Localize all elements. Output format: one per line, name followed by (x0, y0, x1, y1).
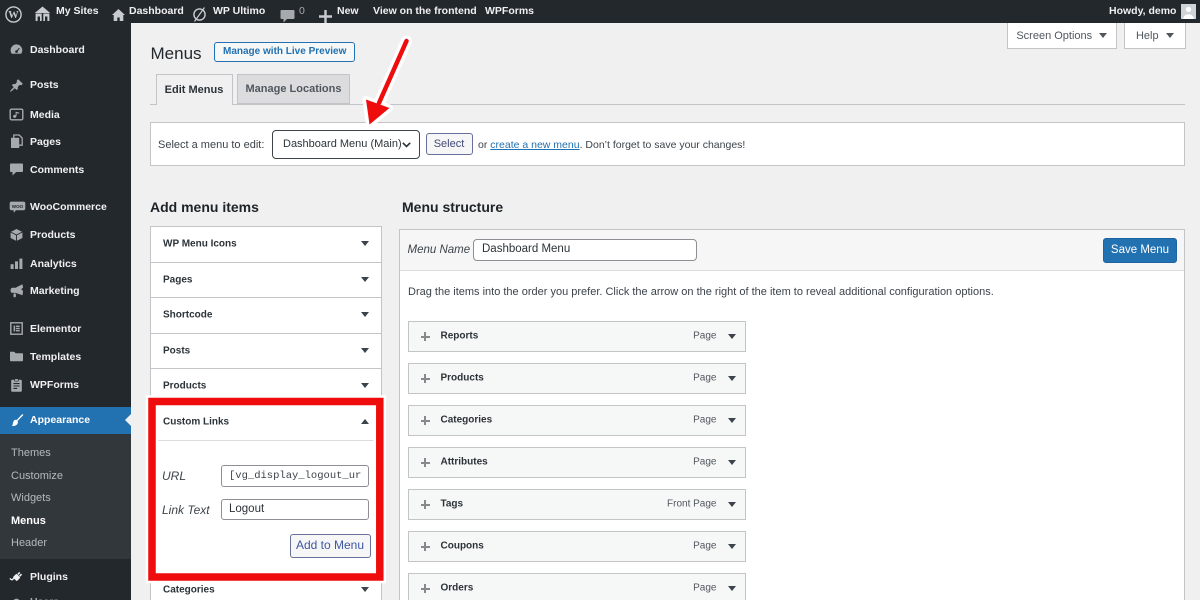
svg-text:W: W (8, 10, 19, 21)
svg-text:WOO: WOO (12, 204, 24, 209)
